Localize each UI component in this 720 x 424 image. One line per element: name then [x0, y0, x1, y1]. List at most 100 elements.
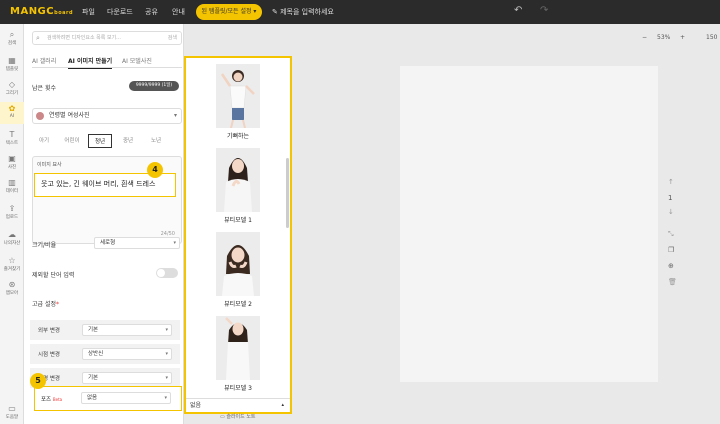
age-baby[interactable]: 아기	[32, 134, 56, 148]
rail-text[interactable]: T 텍스트	[0, 130, 24, 146]
page-down-icon[interactable]: ↓	[668, 208, 674, 216]
exclude-label: 제외할 단어 입력	[32, 272, 75, 279]
zoom-extra: 150	[706, 34, 718, 41]
ai-icon: ✿	[8, 104, 16, 113]
chevron-down-icon: ▾	[165, 351, 168, 357]
slide-notes[interactable]: ▭ 슬라이드 노트	[220, 413, 256, 420]
pose-label: 포즈 Beta	[41, 397, 63, 403]
page-number: 1	[668, 194, 673, 202]
pose-item-beauty-1[interactable]: 뷰티모델 1	[216, 148, 260, 224]
rail-search[interactable]: ⌕ 검색	[0, 30, 24, 46]
pose-thumbnail	[216, 64, 260, 128]
size-select[interactable]: 세로형 ▾	[94, 237, 180, 249]
advanced-label: 고급 설정*	[32, 301, 59, 308]
chevron-down-icon: ▾	[164, 395, 167, 401]
rail-favorites[interactable]: ☆ 즐겨찾기	[0, 256, 24, 272]
rail-data[interactable]: ▥ 데이터	[0, 178, 24, 194]
apps-icon: ⊛	[8, 280, 16, 289]
search-submit[interactable]: 검색	[168, 32, 177, 44]
zoom-value[interactable]: 53%	[657, 34, 670, 41]
ai-panel: ⌕ 검색하려면 디자인요소 목록 보기... 검색 AI 갤러리 AI 이미지 …	[24, 24, 184, 424]
panel-tabs: AI 갤러리 AI 이미지 만들기 AI 모델사진	[32, 56, 182, 69]
age-young[interactable]: 청년	[88, 134, 112, 148]
age-senior[interactable]: 노년	[144, 134, 168, 148]
pose-popup: 기뻐하는 뷰티모델 1 뷰티모델 2 뷰티모델 3 없음 ▴	[184, 56, 292, 414]
rail-draw[interactable]: ◇ 그리기	[0, 80, 24, 96]
size-label: 크기/비율	[32, 242, 57, 249]
undo-icon[interactable]: ↶	[514, 5, 522, 16]
chevron-down-icon: ▾	[165, 375, 168, 381]
pose-callout: 포즈 Beta 없음 ▾	[34, 386, 182, 411]
chevron-down-icon: ▾	[173, 112, 177, 119]
pose-thumbnail	[216, 316, 260, 380]
search-icon: ⌕	[9, 30, 15, 39]
zoom-out-button[interactable]: −	[642, 34, 647, 41]
rail-help[interactable]: ▭ 도움말	[0, 404, 24, 420]
rail-photo[interactable]: ▣ 사진	[0, 154, 24, 170]
remaining-count: 9999/9999 (1일)	[129, 81, 179, 91]
star-icon: ☆	[8, 256, 16, 265]
avatar	[36, 112, 44, 120]
menu-download[interactable]: 다운로드	[107, 7, 133, 17]
add-page-icon[interactable]: ⊕	[668, 262, 674, 270]
step-badge-5: 5	[30, 373, 46, 389]
title-input[interactable]: ✎ 제목을 입력하세요	[272, 7, 334, 17]
top-bar: MANGCboard 파일 다운로드 공유 안내 된 템플릿/모든 설정 ▾ ✎…	[0, 0, 720, 24]
duplicate-icon[interactable]: ❐	[668, 246, 674, 254]
adv-light-select[interactable]: 기본 ▾	[82, 372, 172, 384]
popup-scrollbar[interactable]	[286, 158, 289, 228]
design-canvas[interactable]	[400, 66, 658, 382]
drive-icon: ☁	[8, 230, 16, 239]
rail-assets[interactable]: ☁ 나의자산	[0, 230, 24, 246]
text-icon: T	[9, 130, 15, 139]
adv-row-external: 외부 변경 기본 ▾	[30, 320, 180, 340]
pose-item-beauty-3[interactable]: 뷰티모델 3	[216, 316, 260, 392]
chevron-up-icon: ▴	[281, 402, 284, 408]
chart-icon: ▥	[8, 178, 16, 187]
model-select[interactable]: 연령별 여성사진 ▾	[32, 108, 182, 124]
page-up-icon[interactable]: ↑	[668, 178, 674, 186]
left-rail: ⌕ 검색 ▦ 템플릿 ◇ 그리기 ✿ AI T 텍스트 ▣ 사진 ▥ 데이터 ⇪ 업로드 ☁ 나의…	[0, 24, 24, 424]
element-icon: ◇	[8, 80, 16, 89]
adv-row-view: 시점 변경 상반신 ▾	[30, 344, 180, 364]
pose-item-beauty-2[interactable]: 뷰티모델 2	[216, 232, 260, 308]
pose-select[interactable]: 없음 ▾	[81, 392, 171, 404]
pose-thumbnail	[216, 148, 260, 212]
adv-external-select[interactable]: 기본 ▾	[82, 324, 172, 336]
photo-icon: ▣	[8, 154, 16, 163]
step-badge-4: 4	[147, 162, 163, 178]
trash-icon[interactable]: 🗑	[668, 278, 677, 286]
tab-ai-gallery[interactable]: AI 갤러리	[32, 56, 56, 65]
rail-upload[interactable]: ⇪ 업로드	[0, 204, 24, 220]
help-icon: ▭	[8, 404, 16, 413]
search-input[interactable]: ⌕ 검색하려면 디자인요소 목록 보기... 검색	[32, 31, 182, 45]
adv-view-select[interactable]: 상반신 ▾	[82, 348, 172, 360]
chevron-down-icon: ▾	[173, 240, 176, 246]
chevron-down-icon: ▾	[165, 327, 168, 333]
remaining-label: 남은 횟수	[32, 85, 56, 92]
rail-ai[interactable]: ✿ AI	[0, 102, 24, 124]
upload-icon: ⇪	[8, 204, 16, 213]
rail-template[interactable]: ▦ 템플릿	[0, 56, 24, 72]
menu-file[interactable]: 파일	[82, 7, 95, 17]
age-child[interactable]: 어린이	[60, 134, 84, 148]
menu-share[interactable]: 공유	[145, 7, 158, 17]
pose-popup-select[interactable]: 없음 ▴	[186, 398, 290, 412]
tab-ai-image[interactable]: AI 이미지 만들기	[68, 56, 113, 69]
logo[interactable]: MANGCboard	[10, 6, 73, 17]
resize-icon[interactable]: ⤡	[668, 230, 674, 239]
age-middle[interactable]: 중년	[116, 134, 140, 148]
pose-thumbnail	[216, 232, 260, 296]
zoom-in-button[interactable]: +	[680, 34, 685, 41]
template-icon: ▦	[8, 56, 16, 65]
prompt-label: 이미지 묘사	[37, 162, 62, 168]
menu-guide[interactable]: 안내	[172, 7, 185, 17]
search-icon: ⌕	[36, 34, 40, 42]
redo-icon[interactable]: ↷	[540, 5, 548, 16]
exclude-toggle[interactable]	[156, 268, 178, 278]
adv-row-light: 조명 변경 기본 ▾	[30, 368, 180, 388]
pose-item-joyful[interactable]: 기뻐하는	[216, 64, 260, 140]
rail-apps[interactable]: ⊛ 앱모아	[0, 280, 24, 296]
tab-ai-model[interactable]: AI 모델사진	[122, 56, 152, 65]
design-settings-button[interactable]: 된 템플릿/모든 설정 ▾	[196, 4, 262, 20]
